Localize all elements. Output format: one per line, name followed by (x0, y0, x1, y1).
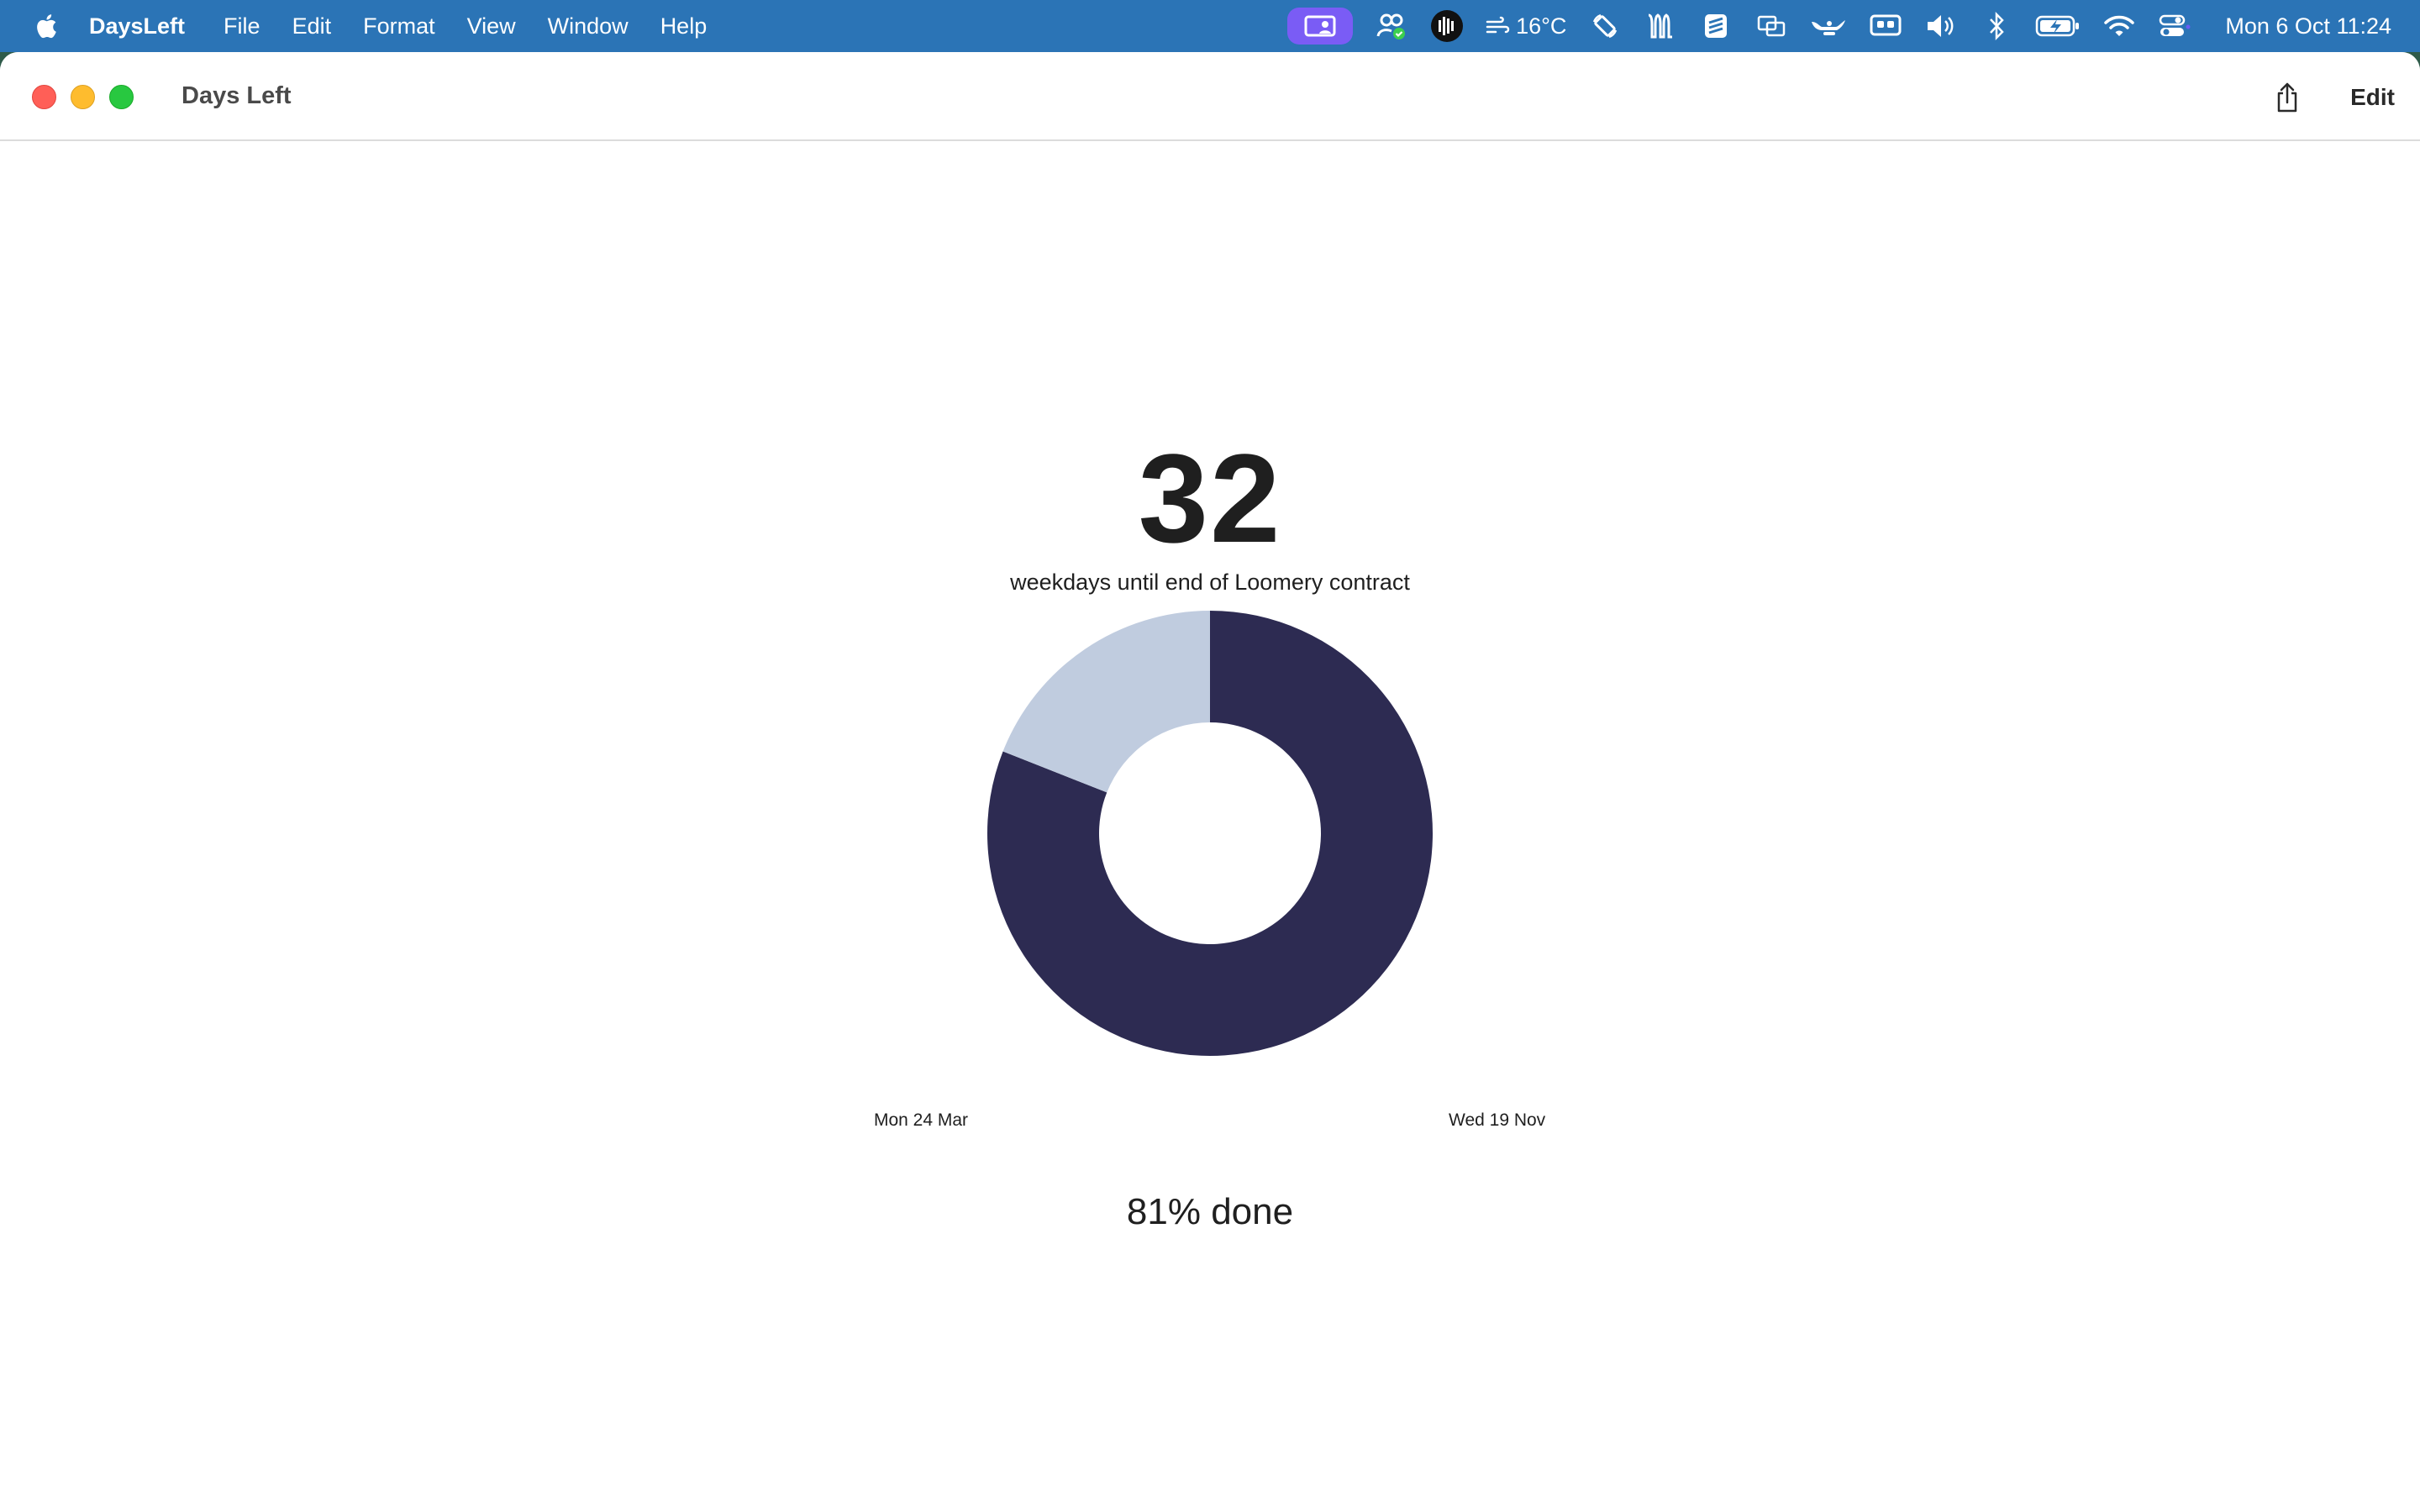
menu-bar-left: DaysLeft File Edit Format View Window He… (0, 0, 735, 52)
menu-view[interactable]: View (464, 0, 519, 52)
countdown-description: weekdays until end of Loomery contract (1010, 570, 1410, 595)
menu-edit[interactable]: Edit (289, 0, 335, 52)
menu-format[interactable]: Format (360, 0, 439, 52)
progress-percentage: 81% done (1126, 1191, 1294, 1232)
display-icon[interactable] (1869, 8, 1902, 45)
close-window-button[interactable] (32, 85, 56, 109)
menu-bar-extras: 16°C Mon 6 Oct 11:24 (1287, 0, 2391, 52)
countdown-view: 32 weekdays until end of Loomery contrac… (0, 141, 2420, 1512)
window-switcher-icon[interactable] (1754, 8, 1788, 45)
menu-app-name[interactable]: DaysLeft (86, 0, 188, 52)
screen-share-icon[interactable] (1287, 8, 1354, 45)
minimize-window-button[interactable] (71, 85, 95, 109)
progress-donut-chart (987, 611, 1433, 1056)
menu-window[interactable]: Window (544, 0, 632, 52)
window-title: Days Left (182, 82, 292, 109)
bluetooth-icon[interactable] (1980, 8, 2013, 45)
stack-icon[interactable] (1699, 8, 1733, 45)
wifi-icon[interactable] (2102, 8, 2136, 45)
days-left-window: Days Left Edit 32 weekdays until end of … (0, 52, 2420, 1512)
menu-bar-clock[interactable]: Mon 6 Oct 11:24 (2225, 8, 2391, 45)
edit-button[interactable]: Edit (2344, 74, 2402, 121)
share-button[interactable] (2264, 74, 2311, 121)
apple-menu-icon[interactable] (34, 12, 57, 40)
start-date-label: Mon 24 Mar (874, 1110, 969, 1130)
weather-temperature: 16°C (1516, 13, 1567, 39)
volume-icon[interactable] (1924, 8, 1958, 45)
menu-file[interactable]: File (220, 0, 264, 52)
battery-icon[interactable] (2035, 8, 2081, 45)
window-titlebar: Days Left Edit (0, 52, 2420, 141)
menu-bar: DaysLeft File Edit Format View Window He… (0, 0, 2420, 52)
shared-users-icon[interactable] (1375, 8, 1408, 45)
days-remaining-count: 32 (1138, 428, 1282, 569)
genie-lamp-icon[interactable] (1810, 8, 1847, 45)
control-center-icon[interactable] (2158, 8, 2191, 45)
share-icon (2277, 82, 2297, 113)
coffee-icon[interactable] (1644, 8, 1677, 45)
end-date-label: Wed 19 Nov (1449, 1110, 1546, 1130)
zoom-window-button[interactable] (109, 85, 134, 109)
weather-widget[interactable]: 16°C (1486, 8, 1566, 45)
rotate-icon[interactable] (1588, 8, 1622, 45)
audio-waveform-icon[interactable] (1430, 8, 1464, 45)
menu-help[interactable]: Help (657, 0, 711, 52)
wind-icon (1486, 16, 1510, 34)
